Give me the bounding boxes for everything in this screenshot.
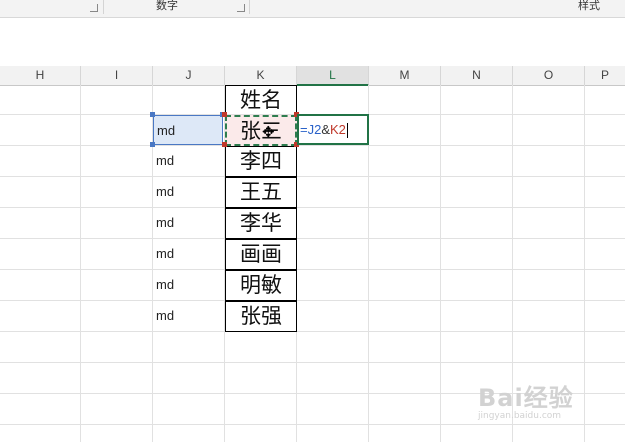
column-header-p[interactable]: P [585, 66, 625, 86]
grid-line [584, 85, 585, 442]
text-caret [346, 123, 348, 139]
cell-k6[interactable]: 画画 [225, 239, 297, 270]
ribbon-group-styles: 样式 [578, 0, 600, 12]
grid-line [0, 362, 625, 363]
grid-line [80, 85, 81, 442]
cell-j6[interactable]: md [153, 239, 223, 269]
cell-j7[interactable]: md [153, 270, 223, 300]
ref-handle[interactable] [150, 142, 155, 147]
cell-j2[interactable]: md [153, 115, 223, 145]
ribbon-group-number: 数字 [156, 0, 178, 12]
cell-k2[interactable]: 张三 [225, 115, 297, 146]
cell-k8[interactable]: 张强 [225, 301, 297, 332]
toolbar-area [0, 18, 625, 67]
cell-k4[interactable]: 王五 [225, 177, 297, 208]
ribbon-bar: 数字 样式 [0, 0, 625, 18]
formula-ref-k2: K2 [330, 122, 346, 137]
dialog-launcher-icon[interactable] [237, 4, 245, 12]
dialog-launcher-icon[interactable] [90, 4, 98, 12]
cell-k3[interactable]: 李四 [225, 146, 297, 177]
grid-line [0, 424, 625, 425]
ref-handle[interactable] [150, 112, 155, 117]
grid-line [0, 238, 625, 239]
column-header-n[interactable]: N [441, 66, 513, 86]
column-header-h[interactable]: H [0, 66, 81, 86]
column-header-k[interactable]: K [225, 66, 297, 86]
formula-ref-j2: =J2 [300, 122, 322, 137]
grid-line [0, 176, 625, 177]
column-header-m[interactable]: M [369, 66, 441, 86]
column-header-l[interactable]: L [297, 66, 369, 86]
column-header-i[interactable]: I [81, 66, 153, 86]
ribbon-separator [249, 0, 250, 14]
cell-j5[interactable]: md [153, 208, 223, 238]
move-cursor-icon: ✥ [262, 123, 275, 141]
grid-line [0, 300, 625, 301]
cell-j4[interactable]: md [153, 177, 223, 207]
grid-line [0, 145, 625, 146]
cell-j8[interactable]: md [153, 301, 223, 331]
ref-handle[interactable] [222, 142, 227, 147]
cell-j3[interactable]: md [153, 146, 223, 176]
formula-operator: & [321, 122, 330, 137]
cell-k5[interactable]: 李华 [225, 208, 297, 239]
cell-l2-editing[interactable]: =J2&K2 [297, 114, 369, 145]
grid-line [0, 331, 625, 332]
column-header-j[interactable]: J [153, 66, 225, 86]
cell-k7[interactable]: 明敏 [225, 270, 297, 301]
ref-handle[interactable] [222, 112, 227, 117]
grid-line [0, 269, 625, 270]
grid-line [440, 85, 441, 442]
grid-line [0, 207, 625, 208]
column-header-o[interactable]: O [513, 66, 585, 86]
ribbon-separator [103, 0, 104, 14]
watermark-logo: Bai经验 jingyan.baidu.com [478, 384, 574, 421]
cell-k1-header[interactable]: 姓名 [225, 85, 297, 116]
